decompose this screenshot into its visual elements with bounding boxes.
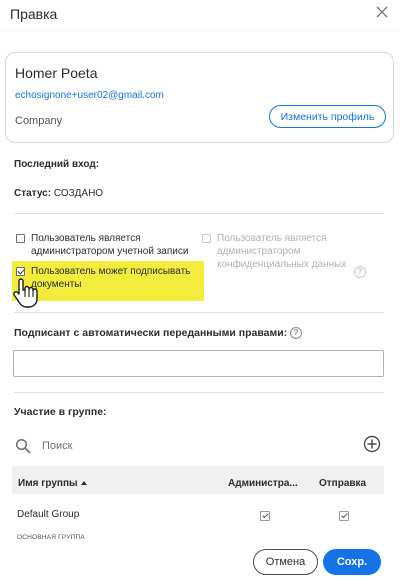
can-sign-label[interactable]: Пользователь может подписывать документы [31,265,190,291]
account-admin-label-line2: администратором учетной записи [31,246,189,257]
user-email: echosignone+user02@gmail.com [15,90,164,101]
can-sign-label-line2: документы [31,279,82,290]
column-header-group-name[interactable]: Имя группы [18,478,87,489]
last-login-label: Последний вход: [14,159,100,170]
signer-label: Подписант с автоматически переданными пр… [14,327,288,339]
status-line: Статус: СОЗДАНО [14,188,103,199]
save-button[interactable]: Сохр. [323,549,381,575]
last-login: Последний вход: [14,159,99,170]
can-sign-label-line1: Пользователь может подписывать [31,266,191,277]
column-header-group-name-label: Имя группы [18,478,78,489]
group-admin-checkbox[interactable] [260,511,270,521]
edit-profile-button[interactable]: Изменить профиль [269,105,386,128]
privacy-admin-label-line3: конфиденциальных данных [217,259,347,270]
signer-input[interactable] [13,350,384,377]
divider [14,392,384,393]
group-row-name: Default Group [17,509,80,520]
column-header-admin: Администра... [228,478,298,489]
divider [14,213,384,214]
privacy-admin-info-icon[interactable]: ? [354,266,366,278]
account-admin-checkbox[interactable] [16,234,25,243]
user-name: Homer Poeta [15,65,98,81]
account-admin-label-line1: Пользователь является [31,233,141,244]
column-header-send: Отправка [319,478,367,489]
add-group-icon[interactable] [363,435,381,453]
edit-user-dialog: Правка Homer Poeta echosignone+user02@gm… [0,0,400,581]
status-label: Статус: [14,188,52,199]
privacy-admin-label-line2: администратором [217,246,301,257]
group-row-primary-tag: ОСНОВНАЯ ГРУППА [17,534,85,541]
cancel-button[interactable]: Отмена [253,549,318,575]
title-divider [0,30,400,31]
search-icon [15,438,31,454]
privacy-admin-label: Пользователь является администратором ко… [217,232,346,271]
account-admin-label[interactable]: Пользователь является администратором уч… [31,232,188,258]
privacy-admin-checkbox [202,234,211,243]
group-search-input[interactable]: Поиск [42,440,72,452]
group-send-checkbox[interactable] [339,511,349,521]
sort-ascending-icon [80,481,87,485]
user-company: Company [15,115,63,127]
group-membership-label: Участие в группе: [14,406,107,418]
close-icon[interactable] [374,4,390,20]
divider [14,312,384,313]
profile-card: Homer Poeta echosignone+user02@gmail.com… [5,52,394,143]
privacy-admin-label-line1: Пользователь является [217,233,327,244]
hand-cursor-icon [13,278,38,308]
dialog-title: Правка [10,6,58,22]
status-value: СОЗДАНО [53,188,104,199]
signer-info-icon[interactable]: ? [290,327,302,339]
can-sign-checkbox[interactable] [16,267,25,276]
